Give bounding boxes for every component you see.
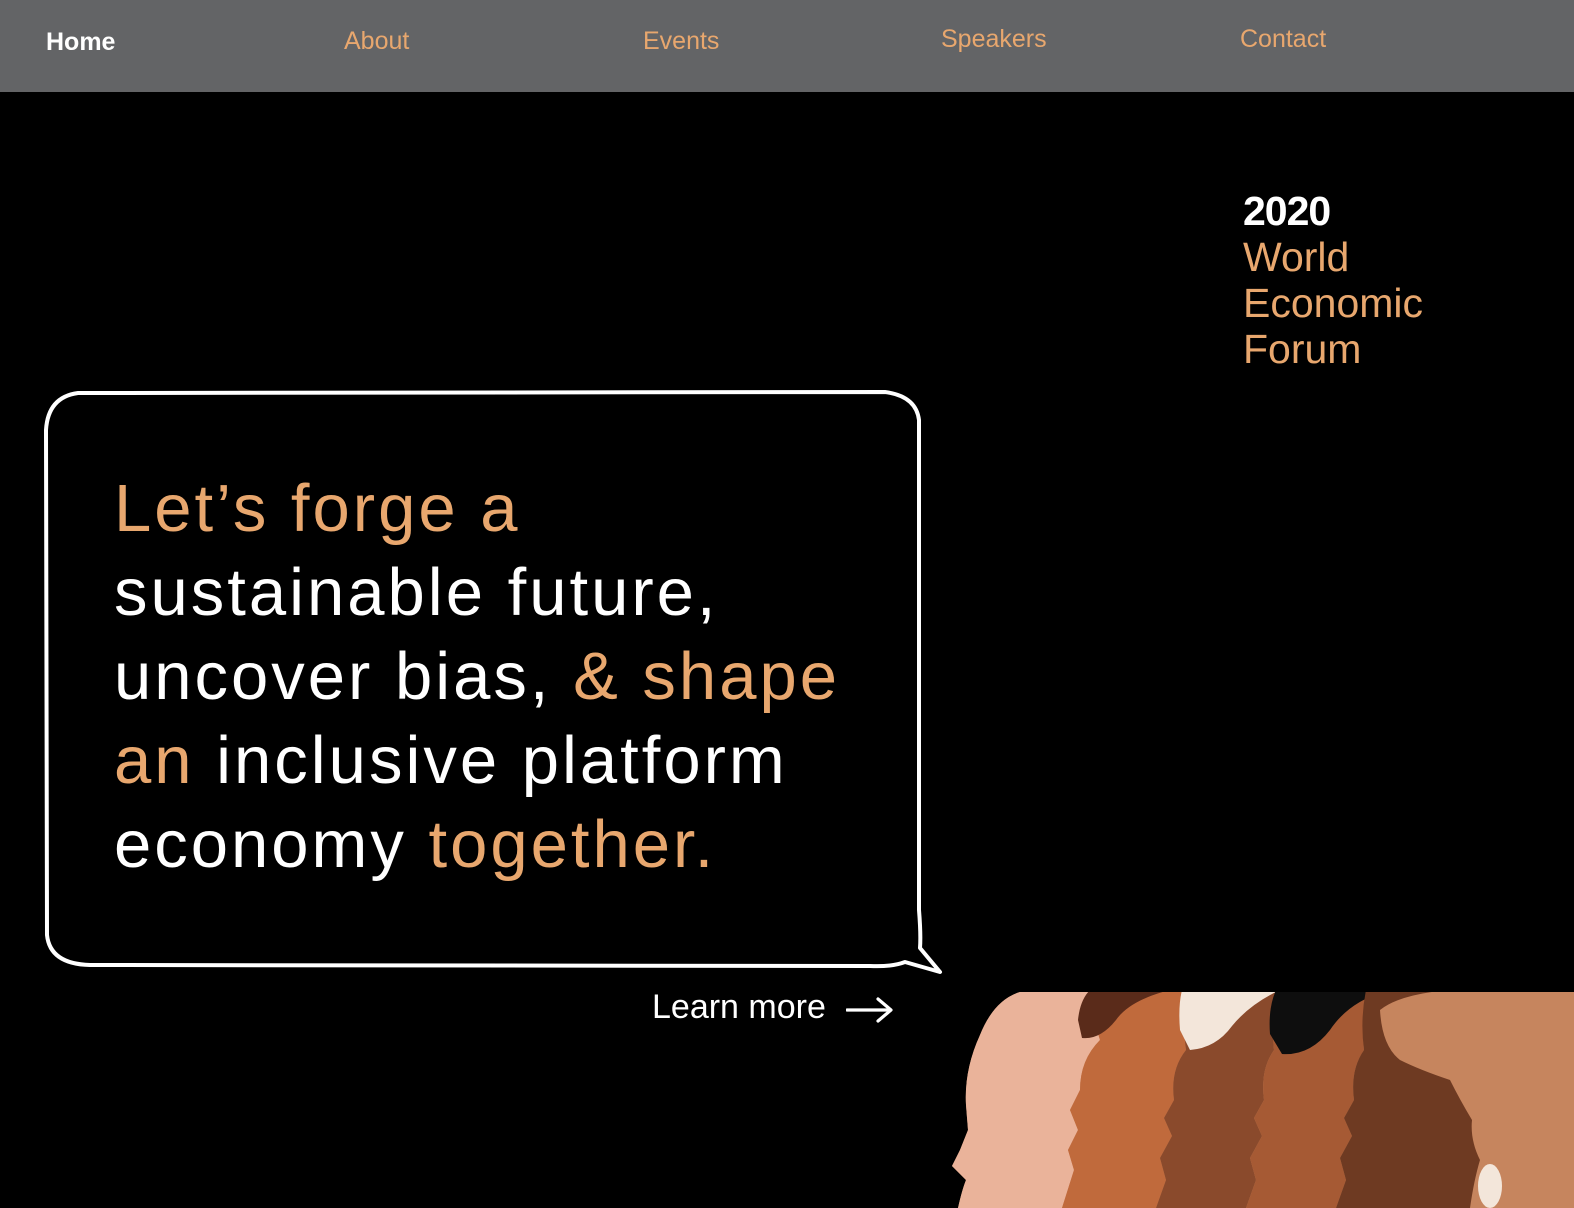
headline-part-uncover: uncover bias, — [114, 639, 574, 714]
diverse-faces-illustration — [952, 992, 1574, 1208]
learn-more-link[interactable]: Learn more — [652, 988, 894, 1027]
headline-part-shape: & shape — [573, 639, 840, 714]
headline-part-sustainable: sustainable future, — [114, 555, 719, 630]
headline-part-inclusive: inclusive platform — [194, 723, 788, 798]
headline-part-lets-forge: Let’s forge a — [114, 471, 521, 546]
arrow-right-icon — [845, 994, 894, 1023]
headline-part-an: an — [114, 723, 195, 798]
hero-headline: Let’s forge a sustainable future, uncove… — [114, 467, 894, 887]
headline-part-together: together. — [428, 807, 717, 882]
learn-more-label: Learn more — [652, 988, 826, 1026]
headline-part-economy: economy — [114, 807, 429, 882]
